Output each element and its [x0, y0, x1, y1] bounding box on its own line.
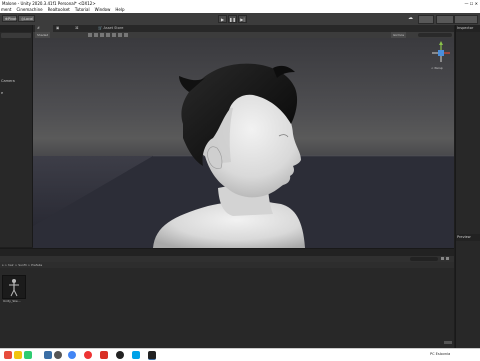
project-breadcrumb[interactable]: s > hair > Sunfli > Prefabs [0, 262, 454, 268]
app-icon-red[interactable] [100, 351, 108, 359]
preview-tab-bar: Preview [456, 234, 480, 241]
app-icon-dark[interactable] [116, 351, 124, 359]
draw-mode-label: Shaded [37, 33, 49, 37]
step-icon: ▶| [240, 17, 245, 22]
pause-icon: ❚❚ [229, 17, 236, 22]
hierarchy-item-e[interactable]: e [1, 91, 3, 95]
gizmos-label: Gizmos [393, 33, 405, 37]
hierarchy-tab-bar [0, 25, 32, 32]
hierarchy-item-camera[interactable]: Camera [1, 79, 15, 83]
project-panel: s > hair > Sunfli > Prefabs Unity_Ske... [0, 248, 454, 349]
pause-button[interactable]: ❚❚ [228, 15, 237, 23]
axis-gizmo-icon [432, 41, 450, 62]
lighting-toggle[interactable] [94, 33, 98, 37]
2d-toggle[interactable] [88, 33, 92, 37]
audio-toggle[interactable] [100, 33, 104, 37]
thumbnail-size-slider[interactable] [444, 341, 452, 344]
app-icon-blue[interactable] [132, 351, 140, 359]
play-button[interactable]: ▶ [218, 15, 227, 23]
animator-tab-icon: ⌘ [75, 26, 79, 30]
inspector-title[interactable]: Inspector [457, 26, 473, 30]
window-controls[interactable]: — ☐ ✕ [463, 0, 478, 7]
play-icon: ▶ [220, 17, 225, 22]
unity-icon[interactable] [148, 351, 156, 360]
tools-toggle[interactable] [124, 33, 128, 37]
skeleton-prefab-icon [9, 279, 19, 297]
tab-asset-store[interactable]: 🛒 Asset Store [96, 25, 126, 32]
window-title: Malone - Unity 2020.3.41f1 Personal* <DX… [2, 1, 96, 6]
tab-asset-store-label: Asset Store [103, 26, 124, 30]
os-taskbar: PC Eslovnia [0, 348, 480, 361]
filter-label-icon[interactable] [446, 257, 449, 260]
local-toggle[interactable]: ◎Local [18, 15, 35, 22]
windows-icon[interactable] [44, 351, 52, 359]
asset-thumbnail[interactable] [2, 275, 26, 299]
account-button[interactable] [418, 15, 434, 24]
character-model[interactable] [33, 38, 454, 248]
inspector-tab-bar: Inspector [456, 25, 480, 32]
hierarchy-panel: Camera e [0, 25, 33, 247]
pivot-toggle[interactable]: ⊕Pivot [2, 15, 17, 22]
app-icon[interactable] [14, 351, 22, 359]
window-title-bar: Malone - Unity 2020.3.41f1 Personal* <DX… [0, 0, 480, 7]
project-tab-bar [0, 249, 454, 256]
search-icon[interactable] [54, 351, 62, 359]
asset-name[interactable]: Unity_Ske... [3, 299, 21, 303]
scene-orientation-gizmo[interactable]: < Persp [430, 40, 452, 72]
tab-scene[interactable]: # Scene [35, 25, 53, 37]
pivot-label: Pivot [7, 17, 17, 21]
project-search-input[interactable] [410, 257, 438, 261]
projection-label[interactable]: < Persp [431, 66, 443, 70]
preview-title[interactable]: Preview [457, 235, 471, 239]
hidden-objects-toggle[interactable] [112, 33, 116, 37]
filter-type-icon[interactable] [441, 257, 444, 260]
scene-viewport[interactable]: < Persp [33, 38, 454, 248]
start-icon[interactable] [4, 351, 12, 359]
hierarchy-search-input[interactable] [1, 33, 31, 38]
opera-icon[interactable] [84, 351, 92, 359]
scene-tab-icon: # [37, 26, 40, 30]
layout-dropdown[interactable] [454, 15, 478, 24]
inspector-panel: Inspector Preview [455, 25, 480, 348]
effects-toggle[interactable] [106, 33, 110, 37]
step-button[interactable]: ▶| [238, 15, 247, 23]
scene-tab-strip: # Scene ▣ Game ⌘ Animator 🛒 Asset Store [33, 25, 454, 37]
scene-camera-toggle[interactable] [118, 33, 122, 37]
chrome-icon[interactable] [68, 351, 76, 359]
collab-cloud-icon[interactable]: ☁ [408, 15, 416, 23]
tray-language[interactable]: PC Eslovnia [430, 352, 450, 356]
asset-store-tab-icon: 🛒 [98, 26, 103, 30]
app-icon-2[interactable] [24, 351, 32, 359]
scene-search-input[interactable] [418, 33, 452, 37]
tab-game[interactable]: ▣ Game [54, 25, 72, 37]
layers-dropdown[interactable] [436, 15, 454, 24]
tab-animator[interactable]: ⌘ Animator [73, 25, 95, 37]
game-tab-icon: ▣ [56, 26, 60, 30]
local-label: Local [24, 17, 34, 21]
